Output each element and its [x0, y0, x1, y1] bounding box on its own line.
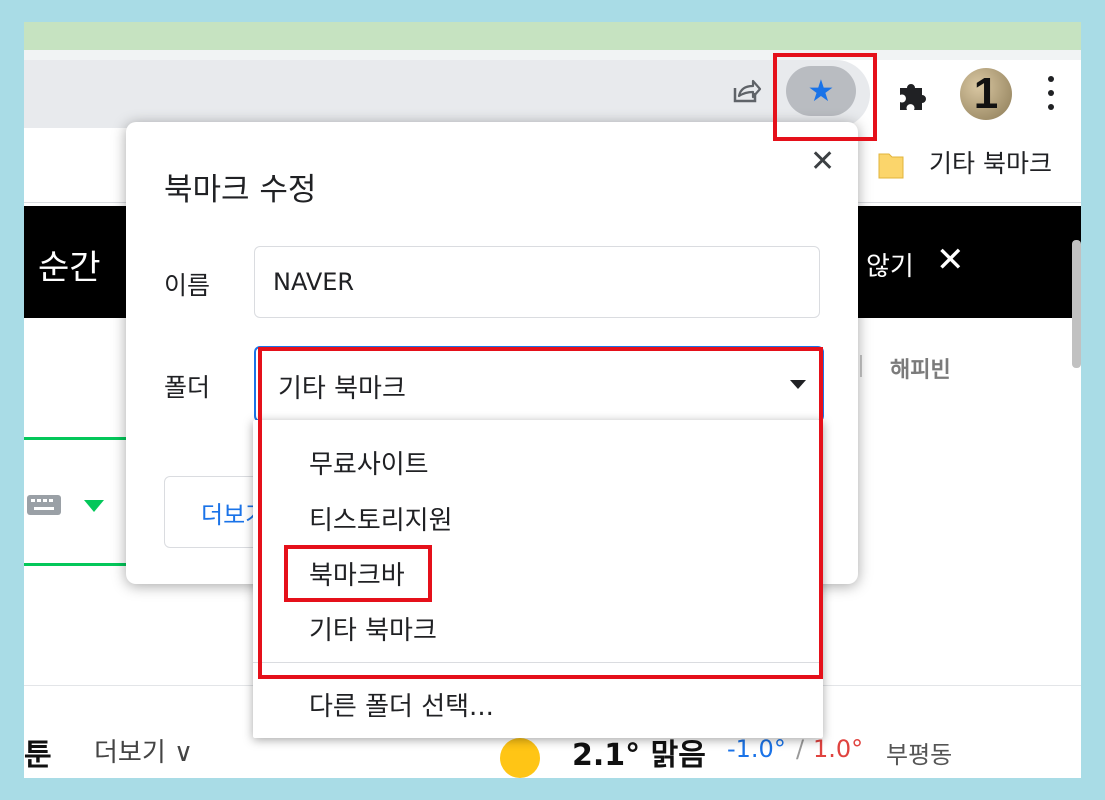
- dropdown-item-choose-other-folder[interactable]: 다른 폴더 선택...: [309, 686, 494, 723]
- highlight-star-box: [773, 53, 877, 141]
- weather-location: 부평동: [886, 741, 953, 769]
- folder-label: 폴더: [164, 373, 211, 402]
- weather-low: -1.0°: [727, 735, 786, 763]
- weather-high: 1.0°: [813, 735, 864, 763]
- happybean-link[interactable]: 해피빈: [890, 352, 951, 384]
- highlight-bookmarks-bar-box: [284, 545, 432, 602]
- section-label: 툰: [24, 738, 52, 773]
- banner-dismiss-text[interactable]: 않기: [866, 246, 914, 283]
- sun-icon: [500, 738, 540, 778]
- other-bookmarks-item[interactable]: 기타 북마크: [929, 144, 1052, 180]
- name-input[interactable]: NAVER: [254, 246, 820, 318]
- name-label: 이름: [164, 271, 211, 300]
- more-link[interactable]: 더보기 ∨: [94, 732, 193, 769]
- puzzle-icon[interactable]: [896, 78, 930, 112]
- close-icon[interactable]: ✕: [810, 144, 835, 179]
- tab-strip: [24, 22, 1081, 50]
- share-icon[interactable]: [729, 74, 763, 108]
- banner-close-icon[interactable]: ✕: [936, 240, 965, 280]
- search-dropdown-arrow-icon[interactable]: [84, 500, 104, 512]
- highlight-folder-box: [258, 347, 823, 679]
- banner-text: 순간: [38, 248, 101, 288]
- dialog-title: 북마크 수정: [164, 172, 317, 208]
- kebab-menu-icon[interactable]: [1046, 76, 1056, 110]
- profile-avatar[interactable]: 1: [960, 68, 1012, 120]
- scrollbar[interactable]: [1072, 240, 1081, 368]
- keyboard-icon[interactable]: [26, 494, 62, 516]
- browser-window: ★ 1 기타 북마크 순간 않기 ✕ 해피빈 툰 더보기 ∨ 2.1° 맑음 -…: [24, 22, 1081, 778]
- folder-icon: [878, 153, 904, 179]
